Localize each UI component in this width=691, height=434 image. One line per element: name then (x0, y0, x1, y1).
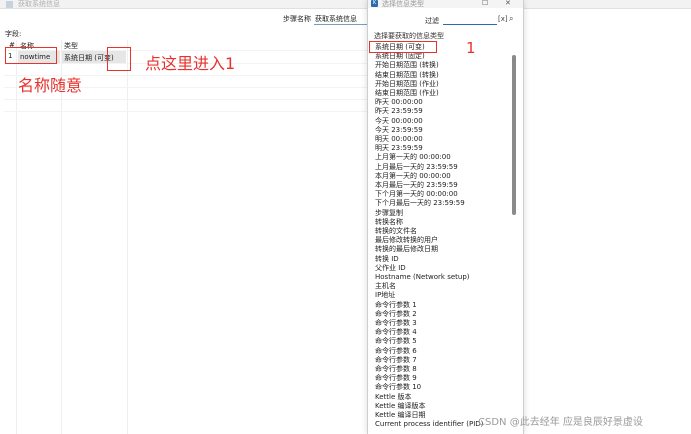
list-item[interactable]: 开始日期范围 (转换) (375, 61, 439, 70)
list-item[interactable]: 步骤复制 (375, 209, 403, 218)
fields-grid: # 名称 类型 1 nowtime 系统日期 (可变) (4, 40, 367, 434)
annotation-name-any: 名称随意 (18, 76, 83, 95)
list-item[interactable]: 命令行参数 3 (375, 319, 417, 328)
select-info-type-dialog: K 选择信息类型 ☐ ✕ 过滤 [x] ⌕ 选择要获取的信息类型 系统日期 (可… (367, 0, 524, 434)
list-item[interactable]: 上月最后一天的 23:59:59 (375, 163, 458, 172)
list-item[interactable]: 命令行参数 4 (375, 328, 417, 337)
row-divider (4, 99, 367, 100)
list-item[interactable]: 今天 23:59:59 (375, 126, 423, 135)
list-item[interactable]: 明天 23:59:59 (375, 144, 423, 153)
list-item[interactable]: IP地址 (375, 291, 395, 300)
list-item[interactable]: 今天 00:00:00 (375, 117, 423, 126)
filter-label: 过滤 (425, 17, 439, 25)
annotation-box-type (107, 47, 131, 71)
list-item[interactable]: 命令行参数 10 (375, 383, 421, 392)
list-item[interactable]: 下个月第一天的 00:00:00 (375, 190, 458, 199)
list-item[interactable]: Hostname (Network setup) (375, 273, 470, 282)
square-icon[interactable]: ☐ (482, 0, 488, 7)
row-divider (4, 111, 367, 112)
list-item[interactable]: 转换名称 (375, 218, 403, 227)
list-item[interactable]: Current process identifier (PID) (375, 420, 483, 429)
list-item[interactable]: 系统日期 (固定) (375, 52, 425, 61)
list-item[interactable]: 本月最后一天的 23:59:59 (375, 181, 458, 190)
step-name-bar: 步骤名称 获取系统信息 (0, 9, 691, 29)
fields-label: 字段: (5, 30, 22, 38)
csdn-watermark: CSDN @此去经年 应是良辰好景虚设 (478, 417, 643, 428)
list-scrollbar-thumb[interactable] (512, 55, 516, 215)
step-name-label: 步骤名称 (283, 15, 311, 23)
list-item[interactable]: 命令行参数 5 (375, 337, 417, 346)
list-item[interactable]: 结束日期范围 (转换) (375, 71, 439, 80)
annotation-click-here: 点这里进入1 (145, 54, 236, 73)
dialog-title: 选择信息类型 (382, 0, 424, 8)
list-item[interactable]: Kettle 版本 (375, 393, 412, 402)
list-item[interactable]: 最后修改转换的用户 (375, 236, 438, 245)
list-item[interactable]: Kettle 编译版本 (375, 402, 426, 411)
window-title: 获取系统信息 (18, 0, 60, 8)
list-item[interactable]: 命令行参数 6 (375, 347, 417, 356)
list-item[interactable]: 转换的最后修改日期 (375, 245, 438, 254)
list-item[interactable]: 父作业 ID (375, 264, 406, 273)
app-icon (6, 1, 13, 8)
list-item[interactable]: 命令行参数 8 (375, 365, 417, 374)
list-item[interactable]: 上月第一天的 00:00:00 (375, 153, 451, 162)
info-type-list: 系统日期 (可变) 系统日期 (固定) 开始日期范围 (转换) 结束日期范围 (转换)… (372, 40, 515, 434)
list-item[interactable]: 开始日期范围 (作业) (375, 80, 439, 89)
list-item[interactable]: 昨天 00:00:00 (375, 98, 423, 107)
filter-input[interactable] (443, 13, 497, 25)
grid-header: # 名称 类型 (4, 40, 367, 50)
dialog-app-icon: K (371, 0, 378, 7)
list-item[interactable]: 命令行参数 2 (375, 310, 417, 319)
search-icon[interactable]: ⌕ (509, 14, 513, 24)
close-icon[interactable]: ✕ (505, 0, 511, 7)
background-window-titlebar: 获取系统信息 (0, 0, 691, 9)
list-item[interactable]: 结束日期范围 (作业) (375, 89, 439, 98)
dialog-titlebar: K 选择信息类型 ☐ ✕ (368, 0, 523, 8)
step-name-input[interactable]: 获取系统信息 (314, 12, 370, 25)
list-item[interactable]: 下个月最后一天的 23:59:59 (375, 199, 465, 208)
list-item[interactable]: Kettle 编译日期 (375, 411, 426, 420)
list-item[interactable]: 转换的文件名 (375, 227, 417, 236)
annotation-box-name (5, 47, 57, 64)
list-item[interactable]: 命令行参数 9 (375, 374, 417, 383)
list-item[interactable]: 主机名 (375, 282, 396, 291)
list-item[interactable]: 命令行参数 7 (375, 356, 417, 365)
annotation-box-first-item (369, 41, 437, 53)
list-item[interactable]: 本月第一天的 00:00:00 (375, 172, 451, 181)
filter-clear-button[interactable]: [x] (498, 15, 508, 23)
annotation-marker-1: 1 (466, 39, 476, 57)
list-item[interactable]: 命令行参数 1 (375, 301, 417, 310)
list-item[interactable]: 明天 00:00:00 (375, 135, 423, 144)
list-item[interactable]: 转换 ID (375, 255, 399, 264)
list-item[interactable]: 昨天 23:59:59 (375, 107, 423, 116)
